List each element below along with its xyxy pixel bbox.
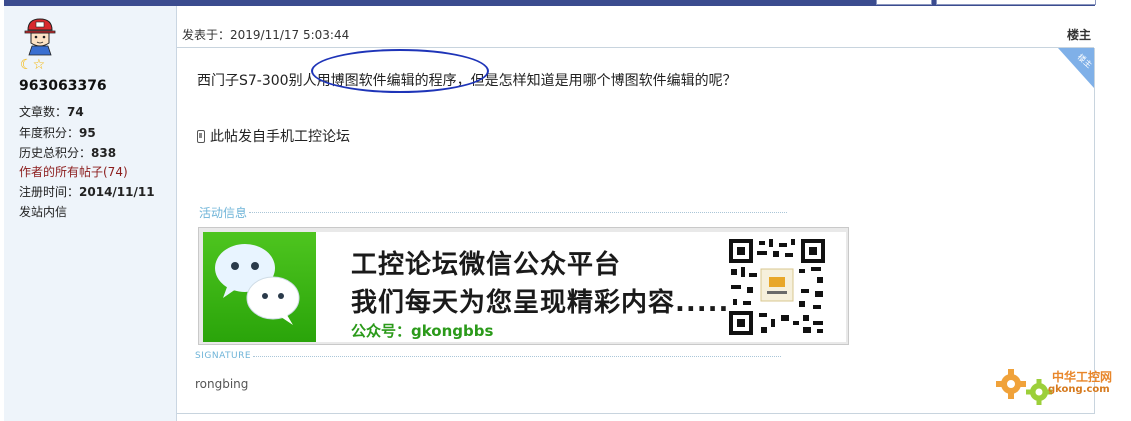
watermark-en: gkong.com	[1048, 384, 1110, 395]
wechat-banner[interactable]: 工控论坛微信公众平台 我们每天为您呈现精彩内容...... 公众号：gkongb…	[198, 227, 849, 345]
register-date: 注册时间：2014/11/11	[19, 185, 155, 199]
watermark-cn: 中华工控网	[1052, 370, 1113, 384]
star-icon: ☆	[32, 57, 46, 73]
banner-line-3: 公众号：gkongbbs	[351, 322, 494, 340]
toolbar-button[interactable]	[876, 0, 932, 5]
banner-line-2: 我们每天为您呈现精彩内容......	[351, 288, 741, 318]
post-count: 文章数：74	[19, 105, 84, 119]
total-points: 历史总积分：838	[19, 146, 117, 160]
post-time: 发表于：2019/11/17 5:03:44	[182, 28, 350, 42]
post-header: 发表于：2019/11/17 5:03:44 楼主	[177, 24, 1094, 48]
rank-icons: ☾☆	[20, 57, 45, 73]
avatar[interactable]	[22, 16, 58, 56]
mobile-note: 此帖发自手机工控论坛	[197, 126, 350, 146]
signature-section-title: SIGNATURE	[195, 351, 782, 361]
wechat-icon	[215, 244, 300, 325]
post-divider	[177, 413, 1094, 414]
wechat-logo-panel	[203, 232, 316, 342]
moon-icon: ☾	[20, 57, 33, 73]
yearly-points: 年度积分：95	[19, 126, 96, 140]
floor-corner-ribbon: 楼主	[1058, 48, 1094, 88]
mobile-phone-icon	[197, 129, 205, 143]
banner-line-1: 工控论坛微信公众平台	[351, 250, 622, 280]
activity-section-title: 活动信息	[199, 204, 788, 221]
all-posts-link[interactable]: 作者的所有帖子(74)	[19, 163, 128, 180]
mobile-note-text: 此帖发自手机工控论坛	[210, 129, 350, 145]
send-message-link[interactable]: 发站内信	[19, 203, 67, 220]
post-floor: 楼主	[1066, 28, 1091, 42]
post-content: 西门子S7-300别人用博图软件编辑的程序，但是怎样知道是用哪个博图软件编辑的呢…	[197, 73, 737, 89]
qr-code-icon	[727, 237, 827, 337]
username[interactable]: 963063376	[19, 78, 107, 94]
signature-text: rongbing	[195, 377, 249, 391]
toolbar-search-box[interactable]	[936, 0, 1096, 5]
